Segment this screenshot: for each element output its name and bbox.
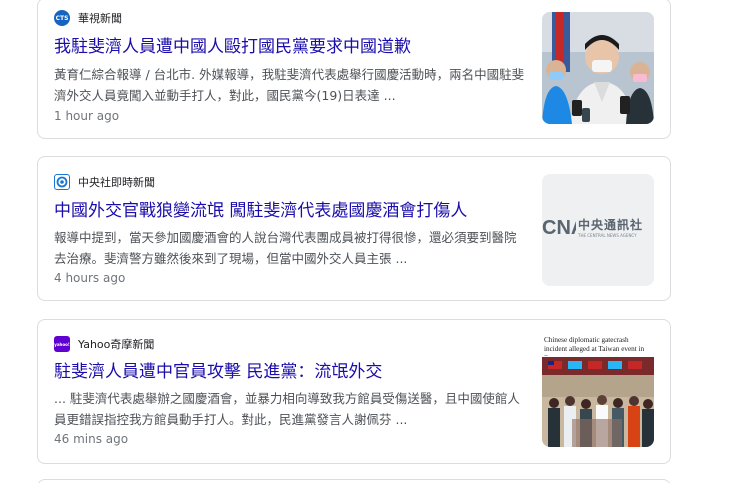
news-card[interactable]: CTS 華視新聞 我駐斐濟人員遭中國人毆打國民黨要求中國道歉 黃育仁綜合報導 /…: [37, 0, 671, 139]
news-source: yahoo! Yahoo奇摩新聞: [54, 336, 154, 352]
cna-mark-icon: CNA: [542, 217, 576, 238]
news-thumbnail[interactable]: [542, 12, 654, 124]
news-snippet: ... 駐斐濟代表處舉辦之國慶酒會，並暴力相向導致我方館員受傷送醫，且中國使館人…: [54, 391, 520, 427]
news-thumbnail[interactable]: Chinese diplomatic gatecrash incident al…: [542, 335, 654, 447]
news-card[interactable]: [37, 479, 671, 483]
news-source-name: Yahoo奇摩新聞: [78, 338, 155, 351]
svg-text:CNA: CNA: [542, 217, 576, 238]
news-card[interactable]: 中央社即時新聞 中國外交官戰狼變流氓 闖駐斐濟代表處國慶酒會打傷人 報導中提到，…: [37, 156, 671, 301]
news-timestamp: 4 hours ago: [54, 271, 126, 285]
news-source: CTS 華視新聞: [54, 10, 122, 26]
news-headline[interactable]: 中國外交官戰狼變流氓 闖駐斐濟代表處國慶酒會打傷人: [54, 199, 467, 223]
news-source-name: 中央社即時新聞: [78, 176, 155, 189]
news-headline[interactable]: 駐斐濟人員遭中官員攻擊 民進黨：流氓外交: [54, 360, 382, 384]
cts-logo-icon: CTS: [54, 10, 70, 26]
news-source-name: 華視新聞: [78, 12, 122, 25]
reception-event-photo: [542, 357, 654, 447]
news-snippet: 報導中提到，當天參加國慶酒會的人說台灣代表團成員被打得很慘，還必須要到醫院去治療…: [54, 230, 517, 266]
news-timestamp: 1 hour ago: [54, 109, 120, 123]
yahoo-logo-icon: yahoo!: [54, 336, 70, 352]
press-conference-photo: [542, 12, 654, 124]
thumbnail-caption: Chinese diplomatic gatecrash incident al…: [544, 336, 645, 356]
cna-logo-icon: [54, 174, 70, 190]
news-card[interactable]: yahoo! Yahoo奇摩新聞 駐斐濟人員遭中官員攻擊 民進黨：流氓外交 ..…: [37, 319, 671, 464]
news-headline[interactable]: 我駐斐濟人員遭中國人毆打國民黨要求中國道歉: [54, 35, 411, 59]
news-source: 中央社即時新聞: [54, 174, 155, 190]
news-snippet: 黃育仁綜合報導 / 台北市. 外媒報導，我駐斐濟代表處舉行國慶活動時，兩名中國駐…: [54, 67, 525, 103]
news-thumbnail[interactable]: CNA 中央通訊社 THE CENTRAL NEWS AGENCY: [542, 174, 654, 286]
cna-brand-logo: CNA 中央通訊社 THE CENTRAL NEWS AGENCY: [542, 217, 644, 238]
news-timestamp: 46 mins ago: [54, 432, 129, 446]
